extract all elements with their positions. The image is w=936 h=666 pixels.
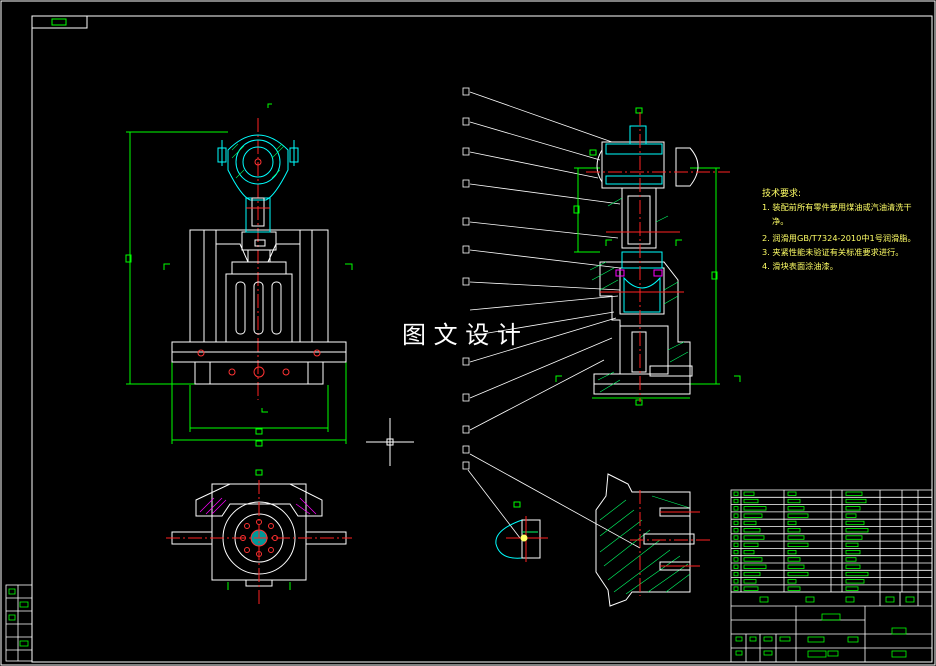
- watermark-text: 图 文 设 计: [402, 321, 521, 349]
- tech-req-item-1: 1. 装配前所有零件要用煤油或汽油清洗干: [762, 202, 912, 212]
- tech-req-title: 技术要求:: [762, 187, 801, 199]
- tech-req-item-2: 2. 润滑用GB/T7324-2010中1号润滑脂。: [762, 233, 916, 243]
- cad-drawing-canvas: 图 文 设 计 技术要求: 1. 装配前所有零件要用煤油或汽油清洗干 净。 2.…: [0, 0, 936, 666]
- tech-req-item-3: 3. 夹紧性能未验证有关标准要求进行。: [762, 247, 903, 257]
- tech-req-item-4: 4. 滑块表面涂油漆。: [762, 261, 838, 271]
- tech-req-item-1-cont: 净。: [772, 216, 788, 226]
